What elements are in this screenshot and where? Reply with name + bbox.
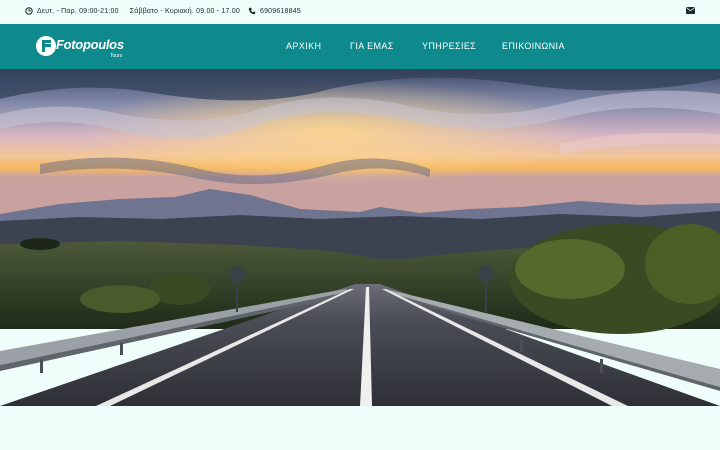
weekend-hours: Σάββατο - Κυριακή. 09.00 - 17.00: [129, 7, 240, 15]
brand-subtitle: Tours: [110, 53, 123, 59]
nav-services[interactable]: ΥΠΗΡΕΣΙΕΣ: [422, 41, 476, 51]
weekday-hours: Δευτ. - Παρ. 09:00-21:00: [37, 7, 119, 15]
hero-image: [0, 69, 720, 406]
envelope-icon[interactable]: [686, 7, 695, 16]
nav-contact[interactable]: ΕΠΙΚΟΙΝΩΝΙΑ: [502, 41, 565, 51]
main-menu: ΑΡΧΙΚΗ ΓΙΑ ΕΜΑΣ ΥΠΗΡΕΣΙΕΣ ΕΠΙΚΟΙΝΩΝΙΑ: [0, 41, 720, 53]
page-content-area: [0, 406, 720, 450]
phone-number[interactable]: 6909618845: [260, 8, 301, 15]
nav-about[interactable]: ΓΙΑ ΕΜΑΣ: [350, 41, 394, 51]
clock-icon: [25, 7, 33, 15]
main-navbar: Fotopoulos Tours ΑΡΧΙΚΗ ΓΙΑ ΕΜΑΣ ΥΠΗΡΕΣΙ…: [0, 24, 720, 69]
top-info-bar: Δευτ. - Παρ. 09:00-21:00 Σάββατο - Κυρια…: [0, 0, 720, 24]
phone-icon: [248, 7, 256, 15]
nav-home[interactable]: ΑΡΧΙΚΗ: [286, 41, 321, 51]
contact-info: Δευτ. - Παρ. 09:00-21:00 Σάββατο - Κυρια…: [25, 7, 301, 15]
